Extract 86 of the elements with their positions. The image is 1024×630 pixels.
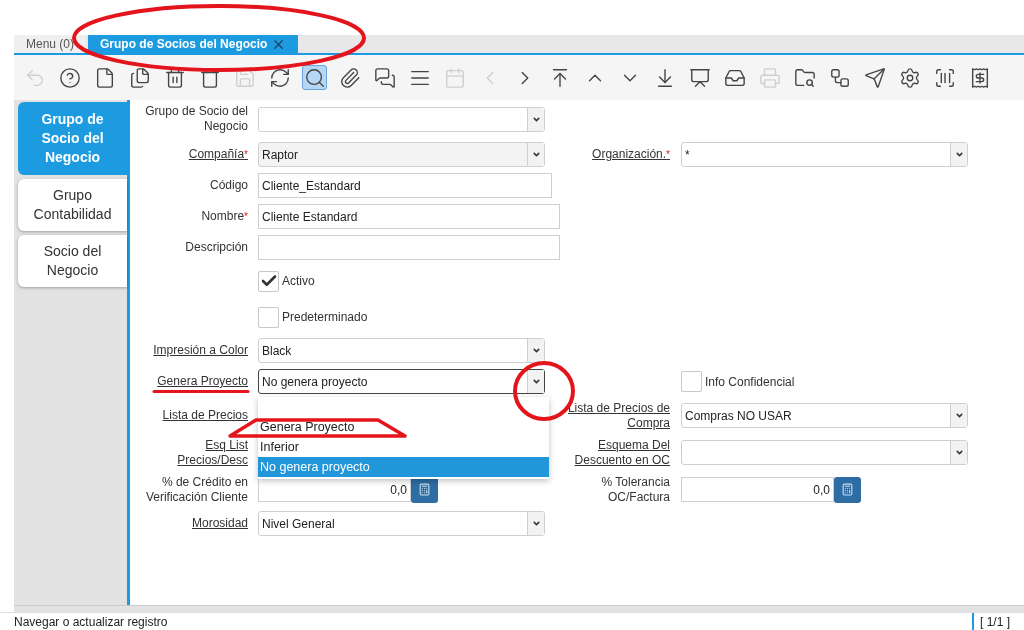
dropdown-field[interactable] [681, 440, 968, 465]
dropdown-button[interactable] [527, 143, 544, 166]
dropdown-field[interactable] [258, 106, 545, 132]
dropdown-button[interactable] [950, 143, 967, 166]
text-field[interactable]: Cliente_Estandard [258, 173, 552, 198]
record-counter: [ 1/1 ] [971, 612, 1010, 630]
dropdown-button[interactable] [527, 107, 544, 131]
checkbox-label: Activo [282, 273, 315, 290]
toolbar-button[interactable] [372, 65, 397, 90]
field-label: Nombre* [200, 209, 248, 224]
dropdown-field[interactable]: Compras NO USAR [681, 403, 968, 428]
field-label: Esquema Del Descuento en OC [573, 437, 670, 468]
field-label: Descripción [184, 240, 248, 255]
field-value: Compras NO USAR [684, 407, 793, 425]
caret-icon [531, 377, 541, 386]
dropdown-field[interactable]: * [681, 142, 968, 167]
toolbar-button[interactable] [57, 65, 82, 90]
refresh-icon [268, 66, 291, 89]
checkbox-label: Info Confidencial [705, 373, 795, 391]
dropdown-button[interactable] [950, 404, 967, 427]
toolbar-button[interactable] [862, 65, 887, 90]
field-label: Morosidad [190, 516, 248, 531]
text-field[interactable] [258, 235, 560, 260]
side-tab[interactable]: Grupo Contabilidad [18, 179, 127, 231]
checkbox[interactable] [681, 371, 702, 392]
settings-icon [898, 66, 921, 89]
caret-icon [954, 411, 964, 420]
calculator-button[interactable] [834, 476, 861, 503]
field-value: * [684, 146, 691, 164]
number-field[interactable]: 0,0 [681, 477, 834, 502]
dropdown-button[interactable] [950, 441, 967, 464]
dropdown-option[interactable]: Inferior [258, 437, 549, 457]
dropdown-button[interactable] [527, 512, 544, 535]
copy-documents-icon [128, 66, 151, 89]
field-value: No genera proyecto [261, 373, 369, 391]
field-value: Nivel General [261, 515, 336, 533]
workflow-icon [828, 66, 851, 89]
search-icon [303, 66, 326, 89]
dropdown-field[interactable]: Black [258, 338, 545, 363]
text-field[interactable]: Cliente Estandard [258, 204, 560, 229]
field-label: % de Crédito en Verificación Cliente [144, 474, 248, 505]
paperclip-icon [338, 66, 361, 89]
calendar-icon [443, 66, 466, 89]
checkbox[interactable] [258, 270, 279, 292]
field-label: Impresión a Color [152, 343, 248, 358]
field-value: 0,0 [390, 481, 407, 499]
document-tab[interactable]: Menu (0) [14, 35, 87, 53]
checkbox-label: Predeterminado [282, 309, 368, 326]
paper-plane-icon [863, 66, 886, 89]
printer-icon [758, 66, 781, 89]
help-icon [58, 66, 81, 89]
number-field[interactable]: 0,0 [258, 477, 411, 502]
chat-bubbles-icon [373, 66, 396, 89]
dropdown-option[interactable]: Genera Proyecto [258, 417, 549, 437]
dropdown-field[interactable]: Nivel General [258, 511, 545, 536]
field-label: Compañía* [187, 147, 248, 162]
field-value: Cliente Estandard [261, 208, 358, 226]
calculator-icon [418, 483, 431, 496]
presentation-board-icon [688, 66, 711, 89]
checkbox[interactable] [258, 306, 279, 328]
field-value: 0,0 [813, 481, 830, 499]
field-label: Esq List Precios/Desc [176, 437, 248, 468]
caret-icon [531, 519, 541, 528]
side-tab[interactable]: Socio del Negocio [18, 235, 127, 287]
field-label: Código [208, 178, 248, 193]
field-label: % Tolerancia OC/Factura [600, 474, 670, 505]
field-label: Genera Proyecto [156, 374, 248, 389]
caret-icon [531, 346, 541, 355]
field-value: Black [261, 342, 293, 360]
dropdown-field[interactable]: No genera proyecto [258, 369, 545, 394]
field-value: Cliente_Estandard [261, 177, 361, 195]
field-label: Grupo de Socio del Negocio [144, 104, 248, 134]
dropdown-field[interactable]: Raptor [258, 142, 545, 167]
caret-icon [954, 448, 964, 457]
folder-search-icon [793, 66, 816, 89]
field-label: Lista de Precios [161, 408, 248, 423]
caret-icon [531, 150, 541, 159]
field-value: Raptor [261, 146, 300, 164]
calculator-icon [841, 483, 854, 496]
status-message: Navegar o actualizar registro [14, 613, 168, 630]
caret-icon [954, 150, 964, 159]
toolbar-button[interactable] [302, 65, 327, 90]
field-label: Organización.* [591, 147, 670, 162]
barcode-icon [933, 66, 956, 89]
dropdown-button[interactable] [527, 339, 544, 362]
dropdown-button[interactable] [527, 370, 544, 393]
